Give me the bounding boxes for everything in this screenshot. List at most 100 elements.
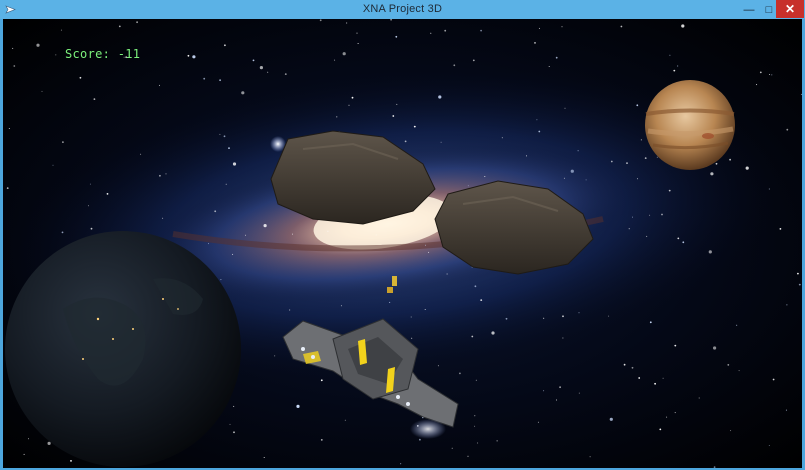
star [682,241,685,244]
star [467,455,469,457]
star [729,158,731,161]
star [738,370,740,372]
star [730,430,732,432]
star [320,379,323,382]
star [411,337,413,339]
star [437,365,439,367]
star [232,253,234,255]
star [118,25,121,28]
star [208,243,209,245]
star [224,44,226,47]
star [70,460,72,462]
star [715,162,718,165]
star [727,364,730,366]
star [628,228,630,230]
star [640,139,642,141]
star [228,147,230,150]
star [662,377,664,379]
star [342,52,346,56]
minimize-icon: — [743,3,755,16]
star [578,392,580,394]
star [644,157,647,160]
minimize-button[interactable]: — [739,0,759,19]
star [756,84,758,86]
star [471,335,474,338]
star [459,372,461,375]
star [669,54,671,56]
star [474,425,476,427]
star [404,140,407,143]
star [548,66,550,67]
earth-planet [5,231,241,467]
star [292,233,293,235]
star [681,24,685,28]
star [501,137,503,139]
star [41,90,43,92]
star [320,439,323,441]
star [47,441,51,445]
star [28,438,29,440]
star [440,141,442,143]
star [425,244,426,246]
star [638,377,641,379]
star [666,416,668,418]
star [610,160,613,163]
star [396,103,398,105]
star [578,312,580,314]
star [786,128,789,131]
star [8,128,10,129]
star [13,65,16,67]
star [668,189,671,192]
star [768,188,770,190]
star [203,77,206,80]
score-label: Score: [65,47,111,61]
star [608,315,610,317]
star [159,84,160,86]
close-icon: ✕ [784,2,796,16]
star [710,172,714,176]
star [673,69,676,72]
star [798,283,801,286]
star [632,216,633,218]
star [395,35,398,38]
star [562,315,564,318]
star [797,272,799,275]
close-button[interactable]: ✕ [776,0,804,18]
star [259,66,263,70]
star [564,107,566,109]
star [713,466,716,468]
star [563,177,565,179]
maximize-icon: □ [765,3,773,16]
star [649,214,651,216]
game-viewport[interactable]: Score: -11 [3,19,802,468]
star [779,228,782,230]
star [674,344,677,347]
star [446,273,448,275]
star [536,119,538,121]
star [555,56,558,59]
star [475,379,477,381]
star [241,91,245,95]
star [623,363,626,366]
star [589,456,591,458]
star [93,98,96,100]
star [570,169,574,173]
star [661,213,663,216]
star [708,250,712,254]
space-scene [4,19,802,468]
star [263,457,265,458]
star [656,156,658,158]
star [106,193,109,195]
star [659,428,662,431]
star [636,104,639,107]
star [375,234,377,236]
star [771,74,773,76]
star [319,19,322,22]
score-display: Score: -11 [65,47,140,61]
star [390,19,392,21]
star [538,130,541,133]
star [219,133,221,135]
star [327,230,329,232]
star [357,43,359,44]
title-bar[interactable]: XNA Project 3D — □ ✕ [0,0,805,19]
